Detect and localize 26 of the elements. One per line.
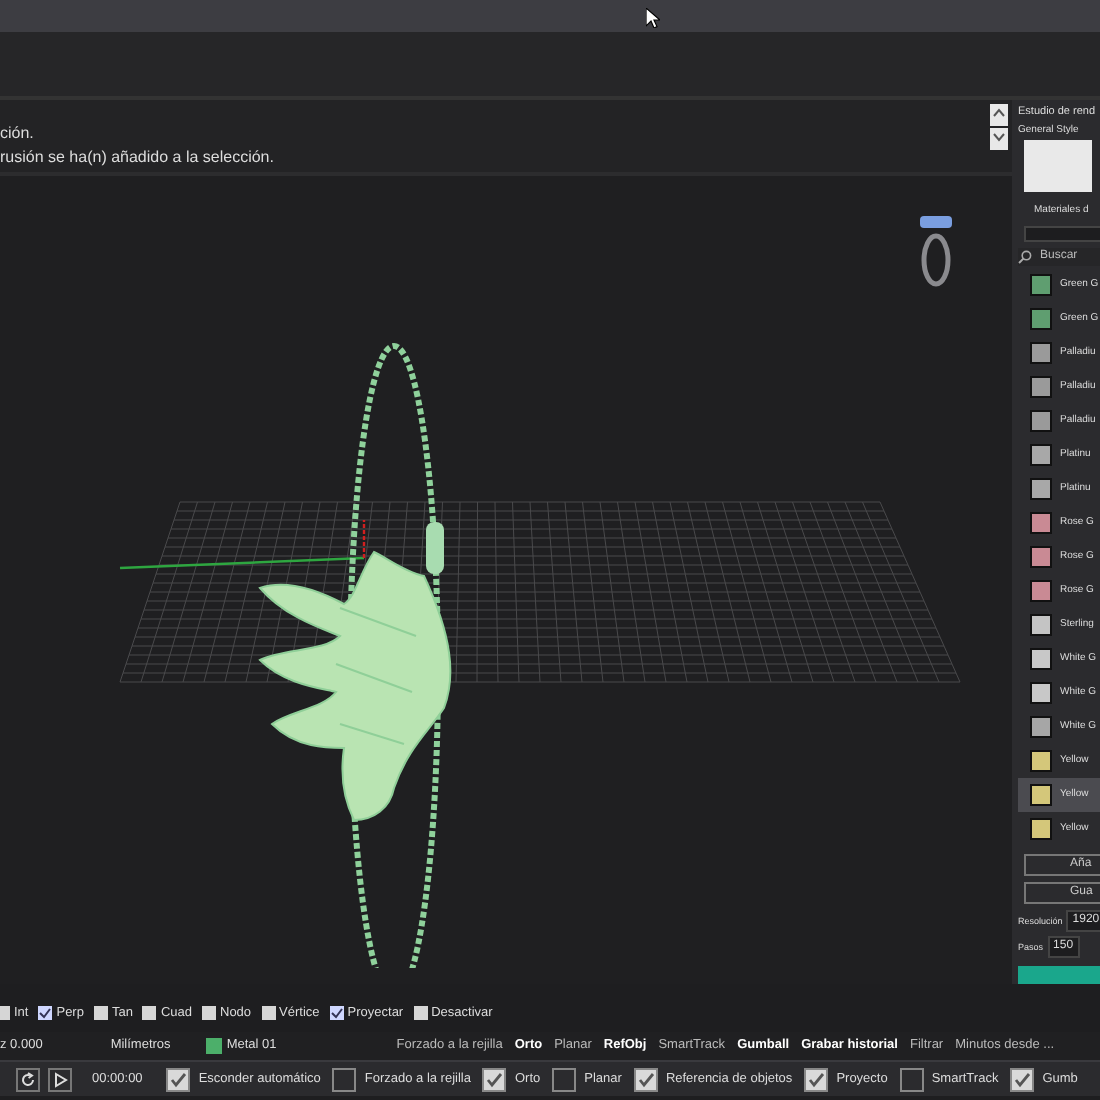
checkbox[interactable] <box>202 1006 216 1020</box>
checkbox[interactable] <box>166 1067 191 1091</box>
checkbox[interactable] <box>552 1067 577 1091</box>
checkbox[interactable] <box>413 1006 428 1020</box>
play-icon[interactable] <box>48 1067 72 1091</box>
refresh-icon[interactable] <box>16 1067 40 1091</box>
checkbox[interactable] <box>1010 1067 1035 1091</box>
checkbox[interactable] <box>482 1067 507 1091</box>
history-text: ción. rusión se ha(n) añadido a la selección. <box>0 122 274 170</box>
checkbox[interactable] <box>329 1006 344 1020</box>
ring-preview-icon <box>920 216 952 287</box>
scroll-down-button[interactable] <box>990 128 1008 150</box>
checkbox[interactable] <box>93 1006 108 1020</box>
cursor-icon <box>646 8 660 28</box>
checkbox[interactable] <box>804 1067 829 1091</box>
checkbox[interactable] <box>0 1006 10 1020</box>
material-field[interactable] <box>1024 226 1100 243</box>
checkbox[interactable] <box>633 1067 658 1091</box>
search-icon <box>1018 250 1032 265</box>
scroll-up-button[interactable] <box>990 104 1008 126</box>
y-axis-line <box>362 520 366 558</box>
checkbox[interactable] <box>332 1067 357 1091</box>
checkbox[interactable] <box>899 1067 924 1091</box>
checkbox[interactable] <box>142 1006 157 1020</box>
checkbox[interactable] <box>38 1006 53 1020</box>
checkbox[interactable] <box>261 1006 276 1020</box>
